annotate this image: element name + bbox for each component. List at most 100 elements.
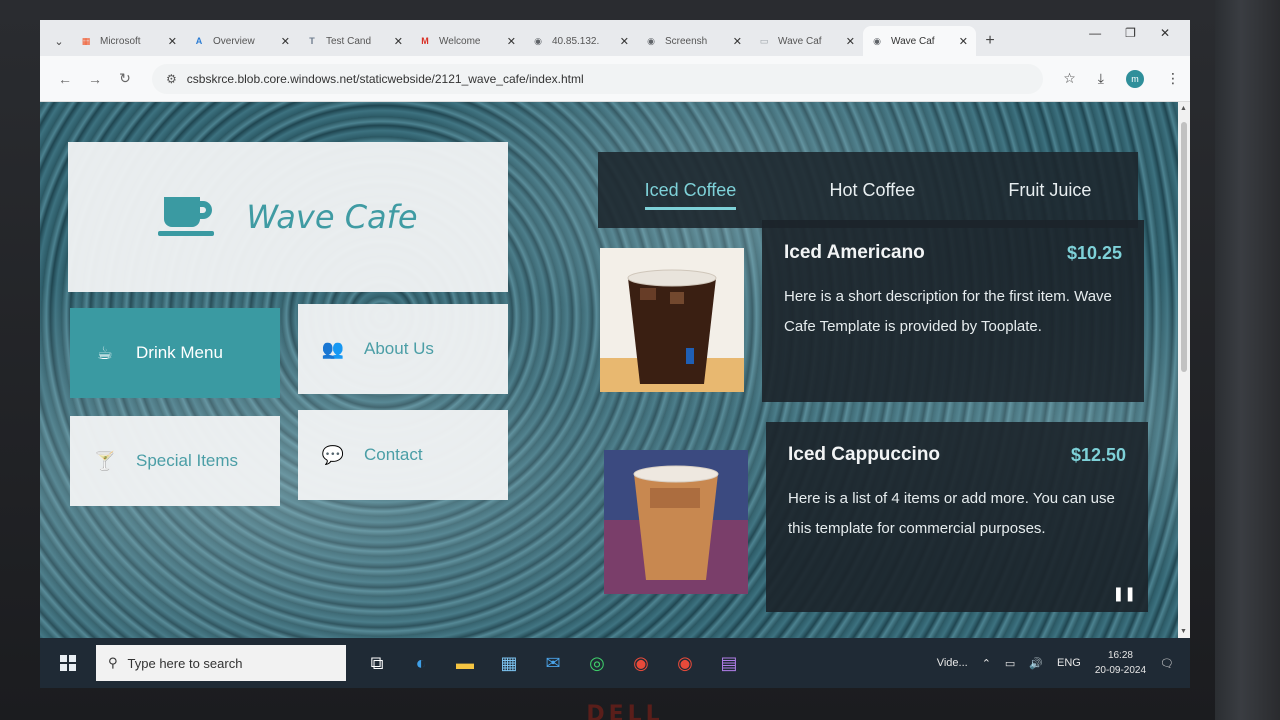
site-info-icon[interactable]: ⚙ [166, 72, 177, 86]
nav-label: Drink Menu [136, 343, 223, 362]
tab-close-icon[interactable]: ✕ [846, 35, 855, 48]
iced-americano-image [600, 248, 744, 392]
tab-favicon-icon: A [195, 36, 203, 46]
menu-item-iced-americano: Iced Americano $10.25 Here is a short de… [762, 220, 1144, 402]
scrollbar-thumb[interactable] [1181, 122, 1187, 372]
browser-tab[interactable]: ▭ Wave Caf ✕ [750, 26, 863, 56]
menu-item-iced-cappuccino: Iced Cappuccino $12.50 Here is a list of… [766, 422, 1148, 612]
bookmark-star-icon[interactable]: ☆ [1063, 70, 1076, 87]
browser-tab[interactable]: ◉ Screensh ✕ [637, 26, 750, 56]
item-price: $12.50 [1070, 444, 1126, 465]
mug-icon: ☕ [96, 342, 114, 363]
tab-search-button[interactable]: ⌄ [46, 26, 72, 56]
search-icon: ⚲ [108, 655, 118, 670]
tab-favicon-icon: ◉ [647, 35, 655, 46]
new-tab-button[interactable]: + [976, 26, 1004, 56]
time-text: 16:28 [1107, 650, 1133, 661]
download-icon[interactable]: ⤓ [1098, 70, 1104, 87]
tab-close-icon[interactable]: ✕ [733, 35, 742, 48]
reload-button[interactable]: ↻ [110, 70, 140, 87]
nav-label: About Us [364, 339, 434, 358]
start-button[interactable] [40, 655, 96, 671]
tab-favicon-icon: ▦ [81, 35, 91, 46]
item-name: Iced Cappuccino [788, 444, 941, 465]
tab-title: Welcome [439, 35, 481, 47]
minimize-button[interactable]: — [1089, 26, 1101, 40]
forward-button[interactable]: → [80, 71, 110, 87]
scroll-up-icon[interactable]: ▲ [1180, 105, 1187, 112]
url-text: csbskrce.blob.core.windows.net/staticweb… [186, 71, 584, 86]
window-controls: — ❐ ✕ [1089, 26, 1170, 40]
nav-contact[interactable]: 💬 Contact [298, 410, 508, 500]
address-bar[interactable]: ⚙ csbskrce.blob.core.windows.net/staticw… [152, 63, 1044, 94]
chevron-up-icon[interactable]: ⌃ [982, 657, 991, 670]
whatsapp-icon[interactable]: ◎ [582, 648, 612, 678]
iced-cappuccino-image [604, 450, 748, 594]
browser-tab[interactable]: T Test Cand ✕ [298, 26, 411, 56]
tab-close-icon[interactable]: ✕ [507, 35, 516, 48]
tab-close-icon[interactable]: ✕ [620, 35, 629, 48]
laptop-brand-logo: DELL [586, 702, 664, 720]
system-tray: Vide... ⌃ ▭ 🔊 ENG 16:28 20-09-2024 🗨 [937, 648, 1174, 678]
cocktail-icon: 🍸 [93, 450, 117, 471]
browser-tab[interactable]: ◉ Wave Caf ✕ [863, 26, 976, 56]
nav-about-us[interactable]: 👥 About Us [298, 304, 508, 394]
language-indicator[interactable]: ENG [1057, 657, 1081, 669]
nav-special-items[interactable]: 🍸 Special Items [70, 416, 280, 506]
pause-icon[interactable]: ❚❚ [1113, 585, 1136, 602]
store-icon[interactable]: ▦ [494, 648, 524, 678]
taskbar-search[interactable]: ⚲ Type here to search [96, 645, 346, 681]
date-text: 20-09-2024 [1094, 665, 1147, 676]
windows-taskbar: ⚲ Type here to search ⧉ ◐ ▬ ▦ ✉ ◎ ◉ ◉ ▤ … [40, 638, 1190, 688]
volume-icon[interactable]: 🔊 [1029, 657, 1043, 670]
browser-tab[interactable]: ▦ Microsoft ✕ [72, 26, 185, 56]
edge-icon[interactable]: ◐ [406, 648, 436, 678]
browser-tab[interactable]: ◉ 40.85.132. ✕ [524, 26, 637, 56]
tab-favicon-icon: ◉ [534, 35, 542, 46]
item-description: Here is a list of 4 items or add more. Y… [788, 490, 1115, 537]
browser-tab[interactable]: A Overview ✕ [185, 26, 298, 56]
more-menu-icon[interactable]: ⋮ [1166, 70, 1180, 87]
tab-iced-coffee[interactable]: Iced Coffee [644, 174, 736, 210]
maximize-button[interactable]: ❐ [1125, 26, 1136, 40]
clock[interactable]: 16:28 20-09-2024 [1095, 648, 1146, 678]
tab-favicon-icon: ◉ [873, 35, 881, 46]
tab-favicon-icon: ▭ [759, 35, 769, 46]
browser-tab[interactable]: M Welcome ✕ [411, 26, 524, 56]
chrome-icon[interactable]: ◉ [626, 648, 656, 678]
scroll-down-icon[interactable]: ▼ [1180, 628, 1187, 635]
network-icon[interactable]: ▭ [1005, 657, 1015, 670]
page-scrollbar[interactable]: ▲ ▼ [1178, 102, 1190, 638]
task-view-icon[interactable]: ⧉ [362, 648, 392, 678]
video-app-label[interactable]: Vide... [937, 657, 968, 669]
tab-title: 40.85.132. [552, 35, 600, 47]
drink-menu-tabs: Iced Coffee Hot Coffee Fruit Juice [598, 152, 1138, 228]
tab-close-icon[interactable]: ✕ [168, 35, 177, 48]
users-icon: 👥 [321, 338, 345, 359]
tab-hot-coffee[interactable]: Hot Coffee [829, 174, 915, 207]
chrome-active-icon[interactable]: ◉ [670, 648, 700, 678]
tab-title: Wave Caf [891, 35, 935, 47]
tab-title: Test Cand [326, 35, 372, 47]
tab-close-icon[interactable]: ✕ [959, 35, 968, 48]
mail-icon[interactable]: ✉ [538, 648, 568, 678]
tab-fruit-juice[interactable]: Fruit Juice [1008, 174, 1091, 207]
back-button[interactable]: ← [50, 71, 80, 87]
browser-tab-strip: ⌄ ▦ Microsoft ✕ A Overview ✕ T Test Cand ✕ M Welco… [40, 20, 1190, 56]
file-explorer-icon[interactable]: ▬ [450, 648, 480, 678]
nav-label: Contact [364, 445, 423, 464]
tab-close-icon[interactable]: ✕ [394, 35, 403, 48]
app-icon[interactable]: ▤ [714, 648, 744, 678]
page-viewport: Wave Cafe ☕ Drink Menu 👥 About Us 🍸 Spec… [40, 102, 1178, 638]
profile-avatar[interactable]: m [1126, 69, 1144, 88]
item-description: Here is a short description for the firs… [784, 288, 1112, 335]
notifications-icon[interactable]: 🗨 [1160, 657, 1174, 670]
item-name: Iced Americano [784, 242, 925, 263]
tab-title: Wave Caf [778, 35, 822, 47]
tab-close-icon[interactable]: ✕ [281, 35, 290, 48]
nav-label: Special Items [136, 451, 239, 470]
browser-toolbar: ← → ↻ ⚙ csbskrce.blob.core.windows.net/s… [40, 56, 1190, 102]
tab-favicon-icon: T [309, 36, 315, 46]
close-window-button[interactable]: ✕ [1160, 26, 1170, 40]
nav-drink-menu[interactable]: ☕ Drink Menu [70, 308, 280, 398]
